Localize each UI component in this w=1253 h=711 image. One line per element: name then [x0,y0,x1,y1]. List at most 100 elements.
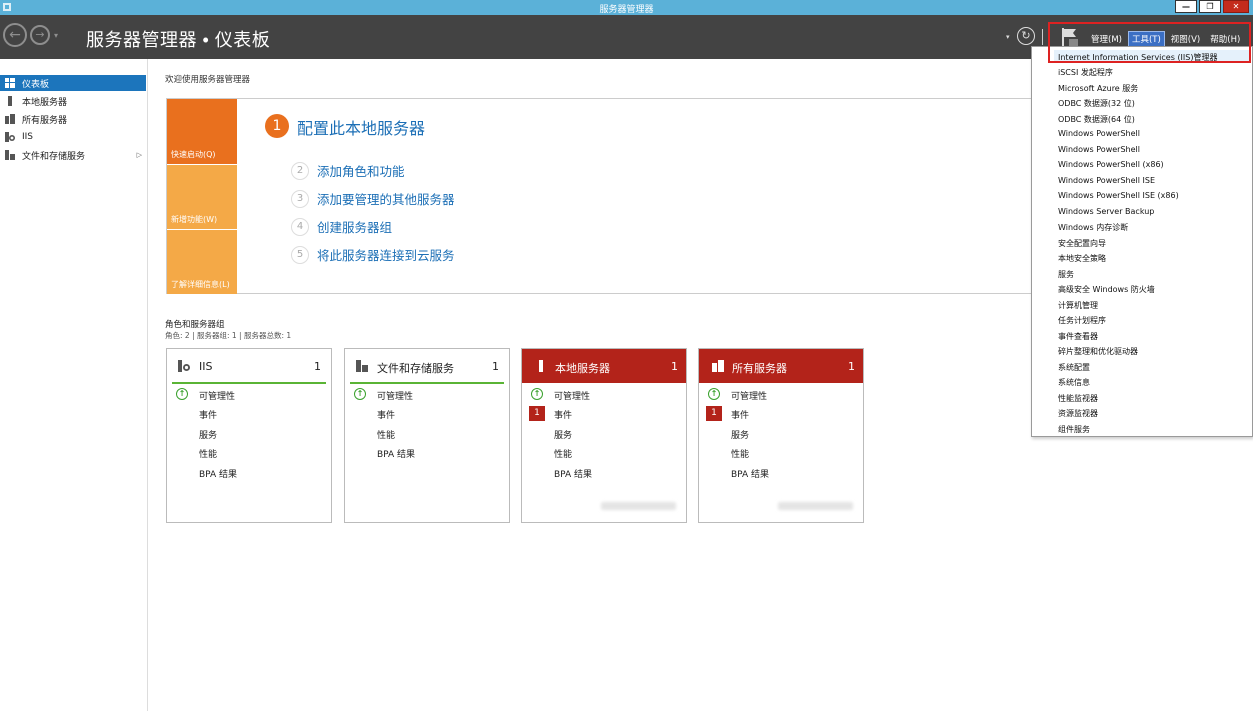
menu-item-iscsi[interactable]: iSCSI 发起程序 [1058,67,1113,78]
maximize-button[interactable]: ❐ [1199,0,1221,13]
menu-item-powershell-ise-x86[interactable]: Windows PowerShell ISE (x86) [1058,191,1179,200]
back-button[interactable]: ← [3,23,27,47]
forward-button[interactable]: → [30,25,50,45]
add-roles-link[interactable]: 添加角色和功能 [317,161,405,180]
row-services[interactable]: 服务 [199,428,217,441]
menu-item-defrag[interactable]: 碎片整理和优化驱动器 [1058,346,1138,357]
ok-status-icon: ↑ [176,388,188,400]
row-services[interactable]: 服务 [731,428,749,441]
roles-section-title: 角色和服务器组 [165,320,225,330]
sidebar: 仪表板 本地服务器 所有服务器 IIS 文件和存储服务 ▷ [0,59,148,711]
tile-count: 1 [848,360,855,373]
servers-icon [5,114,15,124]
nav-history-dropdown-icon[interactable]: ▾ [54,31,58,40]
tile-local-server[interactable]: 本地服务器 1 ↑ 可管理性 1 事件 服务 性能 BPA 结果 [521,348,687,523]
sidebar-item-file-storage[interactable]: 文件和存储服务 ▷ [0,147,146,163]
row-services[interactable]: 服务 [554,428,572,441]
sidebar-item-dashboard[interactable]: 仪表板 [0,75,146,91]
tile-count: 1 [492,360,499,373]
row-performance[interactable]: 性能 [554,447,572,460]
iis-icon [5,132,15,142]
ok-status-icon: ↑ [354,388,366,400]
connect-cloud-link[interactable]: 将此服务器连接到云服务 [317,245,455,264]
tile-title: 所有服务器 [732,362,787,375]
menu-item-security-wizard[interactable]: 安全配置向导 [1058,238,1106,249]
menu-item-task-scheduler[interactable]: 任务计划程序 [1058,315,1106,326]
window-title: 服务器管理器 [599,5,654,15]
menu-item-powershell-2[interactable]: Windows PowerShell [1058,145,1140,154]
expand-arrow-icon[interactable]: ▷ [137,151,142,159]
menu-item-system-info[interactable]: 系统信息 [1058,377,1090,388]
step-2[interactable]: 2 添加角色和功能 [291,161,405,180]
menu-item-powershell-x86[interactable]: Windows PowerShell (x86) [1058,160,1164,169]
menu-item-server-backup[interactable]: Windows Server Backup [1058,207,1154,216]
menu-item-event-viewer[interactable]: 事件查看器 [1058,331,1098,342]
sidebar-item-label: 仪表板 [22,79,50,90]
row-events[interactable]: 事件 [554,408,572,421]
menu-item-memory-diagnostic[interactable]: Windows 内存诊断 [1058,222,1128,233]
sidebar-item-iis[interactable]: IIS [0,129,146,145]
storage-icon [5,150,15,160]
row-performance[interactable]: 性能 [731,447,749,460]
tile-header[interactable]: 文件和存储服务 1 [350,349,504,384]
menu-item-odbc32[interactable]: ODBC 数据源(32 位) [1058,98,1135,109]
step-5[interactable]: 5 将此服务器连接到云服务 [291,245,455,264]
event-count-badge: 1 [706,406,722,421]
row-manageability[interactable]: 可管理性 [377,389,413,402]
row-manageability[interactable]: 可管理性 [731,389,767,402]
tab-whats-new[interactable]: 新增功能(W) [167,165,237,229]
create-server-group-link[interactable]: 创建服务器组 [317,217,392,236]
sidebar-item-all-servers[interactable]: 所有服务器 [0,111,146,127]
row-bpa[interactable]: BPA 结果 [731,467,769,480]
tile-header[interactable]: 本地服务器 1 [522,349,686,383]
row-events[interactable]: 事件 [377,408,395,421]
close-button[interactable]: ✕ [1223,0,1249,13]
menu-item-powershell-ise[interactable]: Windows PowerShell ISE [1058,176,1155,185]
tile-header[interactable]: IIS 1 [172,349,326,384]
divider [1042,29,1043,45]
menu-item-odbc64[interactable]: ODBC 数据源(64 位) [1058,114,1135,125]
minimize-button[interactable]: — [1175,0,1197,13]
row-manageability[interactable]: 可管理性 [554,389,590,402]
tab-learn-more[interactable]: 了解详细信息(L) [167,230,237,294]
step-4[interactable]: 4 创建服务器组 [291,217,392,236]
step-number: 2 [291,161,309,180]
row-performance[interactable]: 性能 [199,447,217,460]
chevron-down-icon[interactable]: ▾ [1006,33,1010,41]
configure-local-server-link[interactable]: 配置此本地服务器 [297,115,425,139]
annotation-highlight-box [1048,22,1251,63]
row-bpa[interactable]: BPA 结果 [199,467,237,480]
menu-item-azure[interactable]: Microsoft Azure 服务 [1058,83,1138,94]
roles-summary: 角色: 2 | 服务器组: 1 | 服务器总数: 1 [165,331,292,340]
step-number: 5 [291,245,309,264]
row-events[interactable]: 事件 [199,408,217,421]
row-performance[interactable]: 性能 [377,428,395,441]
sidebar-item-local-server[interactable]: 本地服务器 [0,93,146,109]
menu-item-computer-mgmt[interactable]: 计算机管理 [1058,300,1098,311]
tile-file-storage[interactable]: 文件和存储服务 1 ↑ 可管理性 事件 性能 BPA 结果 [344,348,510,523]
menu-item-system-config[interactable]: 系统配置 [1058,362,1090,373]
sidebar-item-label: IIS [22,132,34,142]
menu-item-perf-monitor[interactable]: 性能监视器 [1058,393,1098,404]
tile-iis[interactable]: IIS 1 ↑ 可管理性 事件 服务 性能 BPA 结果 [166,348,332,523]
welcome-heading: 欢迎使用服务器管理器 [165,75,251,85]
menu-item-powershell[interactable]: Windows PowerShell [1058,129,1140,138]
row-bpa[interactable]: BPA 结果 [554,467,592,480]
tab-quick-start[interactable]: 快速启动(Q) [167,99,237,164]
dashboard-icon [5,78,15,88]
refresh-icon[interactable]: ↻ [1017,27,1035,45]
tile-all-servers[interactable]: 所有服务器 1 ↑ 可管理性 1 事件 服务 性能 BPA 结果 [698,348,864,523]
tile-title: 本地服务器 [555,362,610,375]
add-servers-link[interactable]: 添加要管理的其他服务器 [317,189,455,208]
ok-status-icon: ↑ [531,388,543,400]
row-manageability[interactable]: 可管理性 [199,389,235,402]
row-events[interactable]: 事件 [731,408,749,421]
menu-item-services[interactable]: 服务 [1058,269,1074,280]
menu-item-local-security[interactable]: 本地安全策略 [1058,253,1106,264]
tile-header[interactable]: 所有服务器 1 [699,349,863,383]
menu-item-component-services[interactable]: 组件服务 [1058,424,1090,435]
menu-item-firewall[interactable]: 高级安全 Windows 防火墙 [1058,284,1155,295]
menu-item-resource-monitor[interactable]: 资源监视器 [1058,408,1098,419]
step-3[interactable]: 3 添加要管理的其他服务器 [291,189,455,208]
row-bpa[interactable]: BPA 结果 [377,447,415,460]
